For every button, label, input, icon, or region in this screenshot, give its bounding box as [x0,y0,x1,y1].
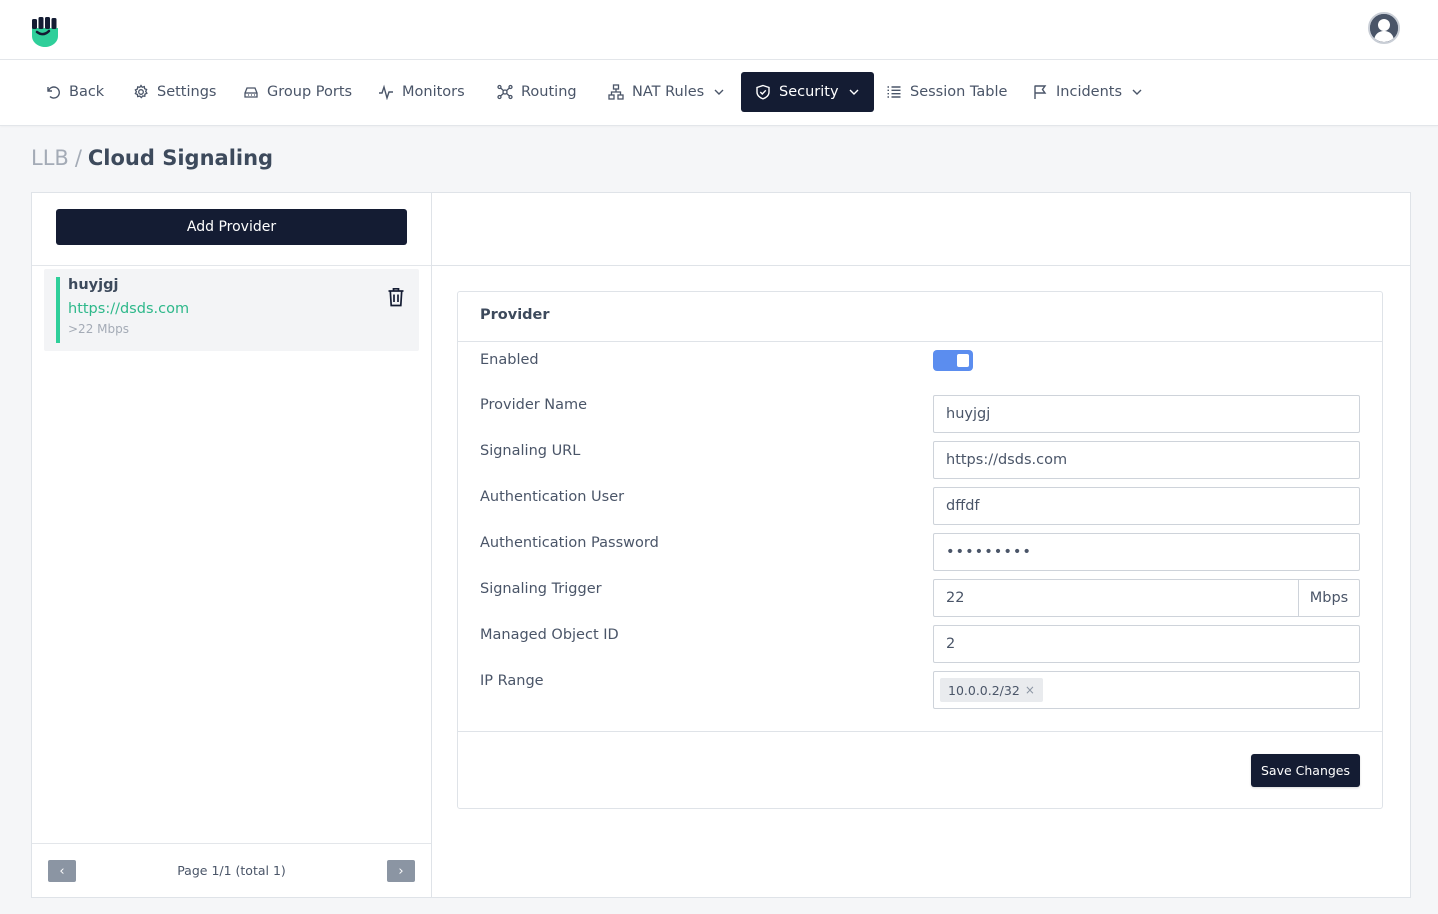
ip-range-tag-text: 10.0.0.2/32 [948,682,1020,698]
nav-session-table[interactable]: Session Table [882,72,1011,112]
pagination-text: Page 1/1 (total 1) [177,863,286,878]
signaling-trigger-label: Signaling Trigger [480,581,602,597]
provider-name-input[interactable] [933,395,1360,433]
ip-range-tag: 10.0.0.2/32 × [940,678,1043,702]
provider-form-card: Provider Enabled Provider Name Signaling… [457,291,1383,809]
managed-object-id-input[interactable] [933,625,1360,663]
enabled-label: Enabled [480,352,539,368]
chevron-down-icon [1132,89,1142,95]
nav-group-ports[interactable]: Group Ports [239,72,356,112]
divider [32,265,431,266]
provider-item-name: huyjgj [68,277,119,293]
nav-nat-rules[interactable]: NAT Rules [604,72,729,112]
toggle-knob [957,354,969,367]
auth-password-input[interactable] [933,533,1360,571]
card-title: Provider [480,307,550,323]
main-navigation: Back Settings Group Ports Monitors Routi… [0,60,1438,126]
flag-icon [1034,85,1047,99]
provider-status-bar [56,277,60,343]
gear-icon [134,84,148,99]
ip-range-tag-input[interactable]: 10.0.0.2/32 × [933,671,1360,709]
trash-icon[interactable] [387,287,405,307]
signaling-trigger-unit: Mbps [1298,579,1360,617]
save-changes-button[interactable]: Save Changes [1251,754,1360,787]
signaling-url-input[interactable] [933,441,1360,479]
provider-list-column: Add Provider huyjgj https://dsds.com >22… [32,193,432,897]
auth-user-label: Authentication User [480,489,625,505]
nav-settings[interactable]: Settings [129,72,220,112]
chevron-right-icon: › [398,863,404,879]
nav-monitors[interactable]: Monitors [374,72,469,112]
pagination: ‹ Page 1/1 (total 1) › [32,843,431,897]
nav-back[interactable]: Back [41,72,108,112]
card-header: Provider [458,292,1382,342]
list-icon [887,86,901,98]
nav-back-label: Back [69,84,105,100]
remove-tag-icon[interactable]: × [1025,683,1035,697]
nav-routing[interactable]: Routing [493,72,581,112]
breadcrumb: LLB / Cloud Signaling [31,146,273,170]
main-panel: Add Provider huyjgj https://dsds.com >22… [31,192,1411,898]
nav-session-table-label: Session Table [910,84,1008,100]
detail-header-area [432,193,1410,266]
page-title: Cloud Signaling [87,146,274,170]
auth-password-label: Authentication Password [480,535,659,551]
sitemap-icon [608,84,624,100]
add-provider-button[interactable]: Add Provider [56,209,407,245]
managed-object-id-label: Managed Object ID [480,627,619,643]
signaling-url-label: Signaling URL [480,443,581,459]
next-page-button[interactable]: › [387,860,415,882]
router-icon [244,87,258,98]
nav-group-ports-label: Group Ports [267,84,353,100]
network-icon [497,84,513,100]
nav-routing-label: Routing [521,84,577,100]
nav-nat-rules-label: NAT Rules [632,84,705,100]
chevron-down-icon [849,89,859,95]
chevron-down-icon [714,89,724,95]
pulse-icon [379,84,393,100]
breadcrumb-separator: / [74,146,82,170]
signaling-trigger-group: Mbps [933,579,1360,617]
ip-range-label: IP Range [480,673,544,689]
shield-check-icon [756,84,770,100]
fist-shield-logo[interactable] [31,16,59,48]
card-footer-divider [458,731,1382,732]
nav-monitors-label: Monitors [402,84,465,100]
top-bar [0,0,1438,60]
nav-security[interactable]: Security [741,72,874,112]
nav-incidents[interactable]: Incidents [1028,72,1147,112]
user-avatar-icon[interactable] [1368,12,1400,44]
undo-icon [47,86,60,99]
provider-name-label: Provider Name [480,397,588,413]
breadcrumb-root[interactable]: LLB [31,146,69,170]
nav-settings-label: Settings [157,84,217,100]
auth-user-input[interactable] [933,487,1360,525]
provider-list-item[interactable]: huyjgj https://dsds.com >22 Mbps [44,269,419,351]
nav-incidents-label: Incidents [1056,84,1123,100]
provider-item-url: https://dsds.com [68,301,190,317]
enabled-toggle[interactable] [933,350,973,371]
nav-security-label: Security [779,84,839,100]
signaling-trigger-input[interactable] [933,579,1299,617]
provider-item-rate: >22 Mbps [68,322,129,336]
